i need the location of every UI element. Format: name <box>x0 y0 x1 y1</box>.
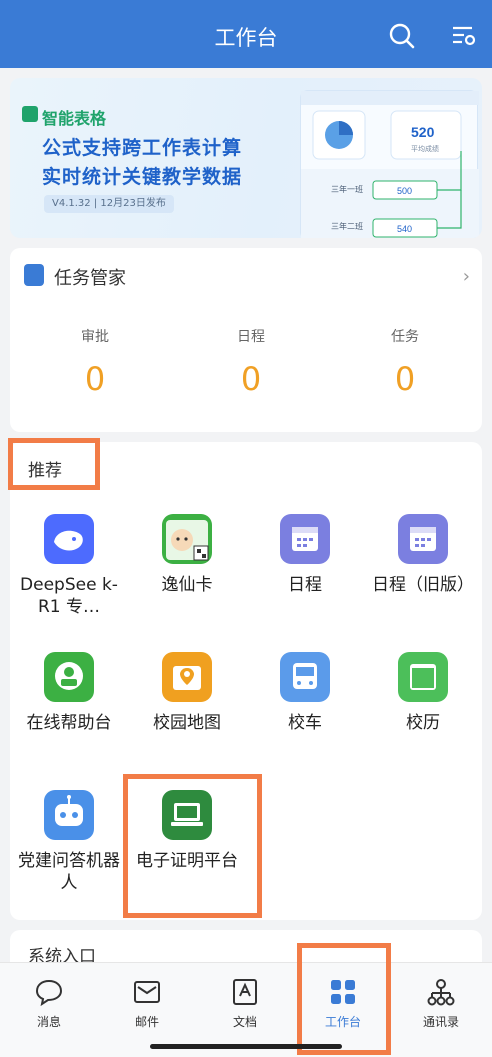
tab-label: 消息 <box>36 1015 61 1029</box>
settings-filter-icon[interactable] <box>450 22 478 50</box>
top-bar: 工作台 <box>0 0 492 68</box>
highlight-workbench-tab <box>297 943 391 1055</box>
tab-docs[interactable]: 文档 <box>196 977 294 1030</box>
smart-table-icon <box>22 106 38 122</box>
app-online-help[interactable]: 在线帮助台 <box>10 652 128 734</box>
app-deepseek[interactable]: DeepSee k-R1 专… <box>10 514 128 618</box>
app-schedule[interactable]: 日程 <box>246 514 364 596</box>
calendar-icon <box>398 514 448 564</box>
stat-label: 日程 <box>237 329 265 345</box>
app-school-bus[interactable]: 校车 <box>246 652 364 734</box>
banner-row2-value: 540 <box>397 224 412 234</box>
map-pin-icon <box>162 652 212 702</box>
calendar-icon <box>280 514 330 564</box>
banner-illustration: 520 平均成绩 三年一班 500 三年二班 540 <box>300 90 479 238</box>
app-yixian-card[interactable]: 逸仙卡 <box>128 514 246 596</box>
task-manager-card[interactable]: 任务管家 › 审批 0 日程 0 任务 0 <box>10 248 482 432</box>
chat-bubble-icon <box>34 977 64 1007</box>
banner-score: 520 <box>411 124 435 140</box>
app-label: 校历 <box>406 713 440 733</box>
app-party-qa-robot[interactable]: 党建问答机器人 <box>10 790 128 894</box>
banner-version: V4.1.32 | 12月23日发布 <box>44 195 174 213</box>
yixian-card-icon <box>162 514 212 564</box>
app-label: 党建问答机器人 <box>18 851 120 893</box>
app-schedule-old[interactable]: 日程（旧版） <box>364 514 482 596</box>
stat-value: 0 <box>84 360 106 398</box>
stat-value: 0 <box>394 360 416 398</box>
online-help-icon <box>44 652 94 702</box>
task-calendar-icon <box>24 264 44 286</box>
tab-mail[interactable]: 邮件 <box>98 977 196 1030</box>
stat-approval[interactable]: 审批 0 <box>20 326 170 398</box>
banner-line2: 实时统计关键教学数据 <box>42 166 243 188</box>
mail-icon <box>132 977 162 1007</box>
app-label: 日程 <box>288 575 322 595</box>
chevron-right-icon[interactable]: › <box>463 266 470 287</box>
banner-score-label: 平均成绩 <box>411 144 439 153</box>
tab-label: 文档 <box>232 1015 257 1029</box>
app-school-calendar[interactable]: 校历 <box>364 652 482 734</box>
search-icon[interactable] <box>388 22 416 50</box>
app-label: 在线帮助台 <box>26 713 112 733</box>
org-chart-icon <box>426 977 456 1007</box>
tab-label: 邮件 <box>134 1015 159 1029</box>
robot-icon <box>44 790 94 840</box>
stat-task[interactable]: 任务 0 <box>330 326 480 398</box>
home-indicator[interactable] <box>150 1044 342 1049</box>
app-label: DeepSee k-R1 专… <box>20 575 118 617</box>
app-campus-map[interactable]: 校园地图 <box>128 652 246 734</box>
banner-tag: 智能表格 <box>42 109 107 128</box>
bottom-tab-bar: 消息 邮件 文档 工作台 通讯录 <box>0 962 492 1057</box>
app-label: 校车 <box>288 713 322 733</box>
banner-dashboard-graphic: 520 平均成绩 三年一班 500 三年二班 540 <box>301 91 479 238</box>
app-label: 日程（旧版） <box>372 575 474 595</box>
page-title: 工作台 <box>214 26 278 50</box>
stat-schedule[interactable]: 日程 0 <box>176 326 326 398</box>
stat-label: 审批 <box>81 329 109 345</box>
banner-row1-label: 三年一班 <box>331 184 363 194</box>
app-label: 逸仙卡 <box>161 575 213 595</box>
tab-messages[interactable]: 消息 <box>0 977 98 1030</box>
stat-value: 0 <box>240 360 262 398</box>
highlight-e-certificate <box>123 774 262 918</box>
tab-label: 通讯录 <box>422 1015 459 1029</box>
document-icon <box>230 977 260 1007</box>
app-label: 校园地图 <box>153 713 221 733</box>
promo-banner[interactable]: 智能表格 公式支持跨工作表计算 实时统计关键教学数据 V4.1.32 | 12月… <box>10 78 482 238</box>
school-calendar-icon <box>398 652 448 702</box>
stat-label: 任务 <box>391 329 419 345</box>
tab-contacts[interactable]: 通讯录 <box>392 977 490 1030</box>
deepseek-whale-icon <box>44 514 94 564</box>
banner-row2-label: 三年二班 <box>331 221 363 231</box>
highlight-recommend-title <box>8 438 100 490</box>
bus-icon <box>280 652 330 702</box>
task-manager-title: 任务管家 <box>54 268 126 289</box>
banner-row1-value: 500 <box>397 186 412 196</box>
banner-line1: 公式支持跨工作表计算 <box>42 137 243 159</box>
